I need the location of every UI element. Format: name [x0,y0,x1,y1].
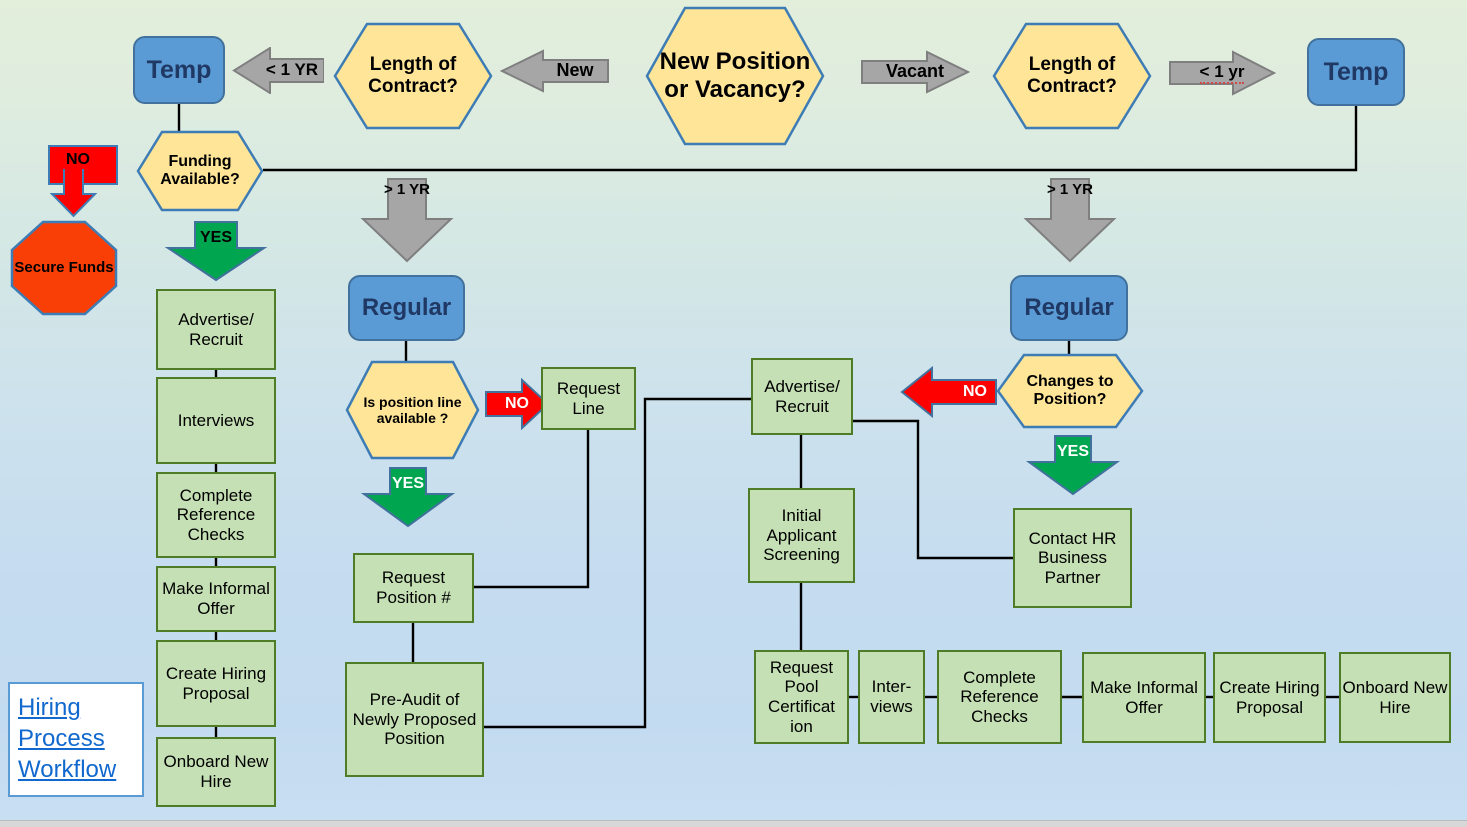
node-interviews-left[interactable]: Interviews [156,377,276,464]
node-label: Request Line [556,378,621,418]
node-label: Secure Funds [14,259,114,277]
node-label: Pre-Audit of Newly Proposed Position [352,690,477,749]
node-regular-right[interactable]: Regular [1010,275,1128,341]
node-label: Funding Available? [160,152,240,188]
bottom-bar [0,820,1467,827]
node-advertise-recruit-right[interactable]: Advertise/ Recruit [751,358,853,435]
node-onboard-new-hire-left[interactable]: Onboard New Hire [156,737,276,807]
node-label: Regular [361,294,452,322]
node-is-position-line-available[interactable]: Is position line available ? [345,360,480,460]
arrow-position-yes: YES [360,466,456,528]
hiring-process-workflow-link-box[interactable]: Hiring Process Workflow [8,682,144,797]
node-label: Changes to Position? [1026,372,1114,408]
node-label: Interviews [177,410,255,430]
arrow-new: New [500,49,610,93]
node-label: Inter- views [870,677,913,716]
node-onboard-new-hire-bottom[interactable]: Onboard New Hire [1339,652,1451,743]
node-label: Complete Reference Checks [176,485,256,544]
node-request-line[interactable]: Request Line [541,367,636,430]
node-label: Advertise/ Recruit [178,309,254,349]
node-label: Make Informal Offer [162,579,270,618]
arrow-vacant: Vacant [860,50,970,94]
node-label: Temp [1323,57,1389,86]
arrow-gt-1yr-left: > 1 YR [359,177,455,263]
title-line-2[interactable]: Process [18,724,116,755]
node-label: Initial Applicant Screening [763,506,840,565]
node-label: Create Hiring Proposal [165,663,267,703]
node-length-of-contract-right[interactable]: Length of Contract? [992,22,1152,130]
arrow-changes-no: NO [900,366,998,418]
node-label: Regular [1024,294,1114,322]
node-pre-audit[interactable]: Pre-Audit of Newly Proposed Position [345,662,484,777]
node-secure-funds[interactable]: Secure Funds [10,220,118,316]
node-length-of-contract-left[interactable]: Length of Contract? [333,22,493,130]
node-label: Length of Contract? [368,54,458,97]
flowchart-canvas: Temp < 1 YR Length of Contract? New New … [0,0,1467,827]
node-temp-right[interactable]: Temp [1307,38,1405,106]
node-label: Onboard New Hire [1342,677,1448,717]
node-label: Advertise/ Recruit [764,376,840,416]
node-label: Contact HR Business Partner [1028,528,1117,587]
node-label: Request Position # [376,568,451,607]
node-advertise-recruit-left[interactable]: Advertise/ Recruit [156,289,276,370]
node-make-informal-offer-left[interactable]: Make Informal Offer [156,566,276,632]
node-temp-left[interactable]: Temp [133,36,225,104]
node-make-informal-offer-bottom[interactable]: Make Informal Offer [1082,652,1206,743]
arrow-funding-no: NO [37,144,119,218]
arrow-funding-yes: YES [160,220,272,282]
node-create-hiring-proposal-left[interactable]: Create Hiring Proposal [156,640,276,727]
node-create-hiring-proposal-bottom[interactable]: Create Hiring Proposal [1213,652,1326,743]
node-label: Create Hiring Proposal [1219,677,1320,717]
node-funding-available[interactable]: Funding Available? [136,130,264,212]
node-label: Make Informal Offer [1090,677,1198,717]
node-regular-middle[interactable]: Regular [348,275,465,341]
node-request-position-number[interactable]: Request Position # [353,553,474,623]
node-initial-applicant-screening[interactable]: Initial Applicant Screening [748,488,855,583]
arrow-changes-yes: YES [1025,434,1121,496]
title-line-3[interactable]: Workflow [18,755,116,786]
node-label: Temp [146,55,212,84]
node-label: Complete Reference Checks [960,667,1039,726]
arrow-lt-1yr-left: < 1 YR [232,47,324,94]
node-contact-hr-business-partner[interactable]: Contact HR Business Partner [1013,508,1132,608]
arrow-gt-1yr-right: > 1 YR [1022,177,1118,263]
node-interviews-bottom[interactable]: Inter- views [858,650,925,744]
node-label: Length of Contract? [1027,54,1117,97]
node-changes-to-position[interactable]: Changes to Position? [996,353,1144,429]
title-line-1[interactable]: Hiring [18,693,116,724]
node-label: Is position line available ? [363,393,462,426]
node-label: New Position or Vacancy? [659,48,811,103]
node-complete-reference-checks-bottom[interactable]: Complete Reference Checks [937,650,1062,744]
node-request-pool-certification[interactable]: Request Pool Certificat ion [754,650,849,744]
node-label: Request Pool Certificat ion [767,657,836,736]
node-complete-reference-checks-left[interactable]: Complete Reference Checks [156,472,276,558]
arrow-lt-1yr-right: < 1 yr [1168,50,1276,96]
node-new-position-or-vacancy[interactable]: New Position or Vacancy? [645,6,825,146]
node-label: Onboard New Hire [163,752,269,791]
